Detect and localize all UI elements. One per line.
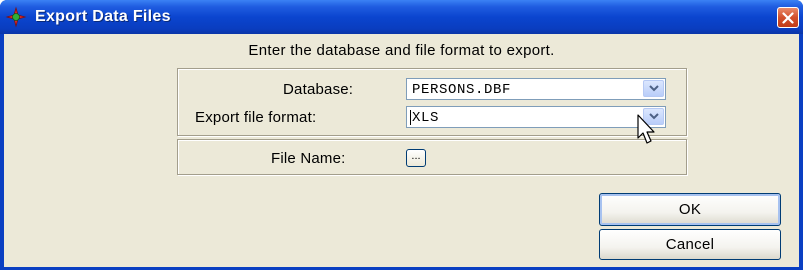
export-dialog-window: Export Data Files Enter the database and…	[0, 0, 803, 270]
file-name-label: File Name:	[271, 150, 346, 167]
cancel-button[interactable]: Cancel	[599, 229, 781, 260]
export-format-select[interactable]: XLS	[406, 106, 666, 128]
ok-button[interactable]: OK	[599, 193, 781, 226]
close-button[interactable]	[777, 7, 799, 28]
file-name-group	[177, 139, 687, 175]
browse-file-button[interactable]: ...	[406, 149, 426, 167]
database-dropdown-button[interactable]	[643, 80, 664, 97]
app-star-icon	[5, 6, 27, 28]
database-value: PERSONS.DBF	[412, 82, 512, 98]
text-caret	[410, 110, 411, 125]
dialog-body: Enter the database and file format to ex…	[4, 34, 799, 267]
chevron-down-icon	[648, 113, 659, 120]
database-label: Database:	[283, 81, 354, 98]
title-bar[interactable]: Export Data Files	[0, 0, 803, 34]
chevron-down-icon	[648, 85, 659, 92]
export-format-label: Export file format:	[195, 109, 317, 126]
close-icon	[782, 11, 794, 24]
window-title: Export Data Files	[35, 8, 171, 25]
instruction-text: Enter the database and file format to ex…	[248, 42, 555, 59]
export-format-value: XLS	[412, 110, 440, 126]
database-select[interactable]: PERSONS.DBF	[406, 78, 666, 100]
export-format-dropdown-button[interactable]	[643, 108, 664, 125]
